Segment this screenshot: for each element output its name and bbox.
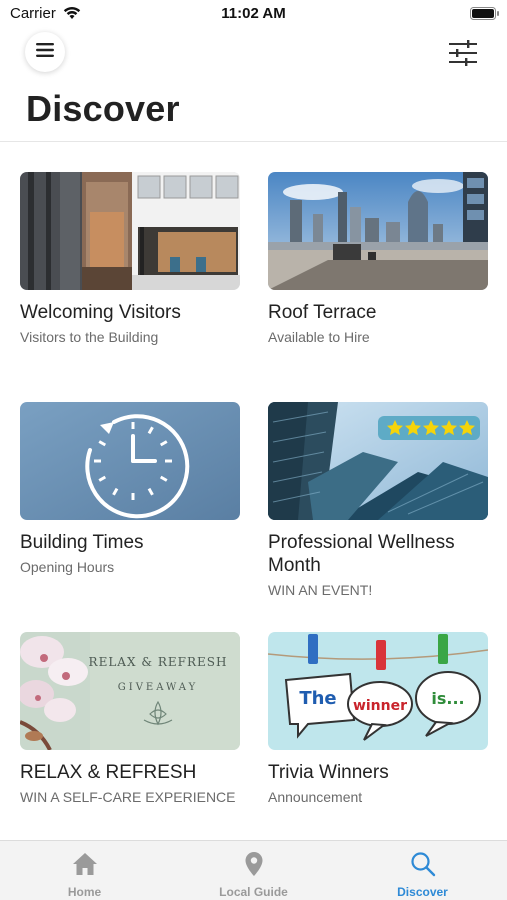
card-title: RELAX & REFRESH (20, 762, 197, 783)
tab-discover[interactable]: Discover (338, 841, 507, 900)
card-building-times[interactable]: Building Times Opening Hours (20, 402, 240, 576)
card-roof-terrace[interactable]: Roof Terrace Available to Hire (268, 172, 488, 346)
image-text-giveaway: GIVEAWAY (118, 682, 198, 693)
card-subtitle: Opening Hours (20, 559, 115, 575)
rating-badge (378, 416, 480, 440)
card-title: Roof Terrace (268, 302, 377, 323)
location-pin-icon (169, 851, 338, 877)
card-title: Building Times (20, 532, 144, 553)
card-subtitle: WIN A SELF-CARE EXPERIENCE (20, 789, 236, 805)
tab-label: Discover (397, 885, 448, 899)
card-image-speech-bubbles: The winner is... (268, 632, 488, 750)
card-image-city-skyline (268, 172, 488, 290)
card-image-orchid-giveaway: RELAX & REFRESH GIVEAWAY (20, 632, 240, 750)
card-subtitle: Announcement (268, 789, 363, 805)
filter-button[interactable] (448, 40, 478, 68)
battery-icon (470, 7, 500, 25)
card-trivia-winners[interactable]: The winner is... Trivia Winners Announce… (268, 632, 488, 806)
card-image-glass-towers (268, 402, 488, 520)
menu-button[interactable] (25, 32, 65, 72)
card-title: Trivia Winners (268, 762, 389, 783)
card-subtitle: Available to Hire (268, 329, 370, 345)
header-divider (0, 141, 507, 142)
card-title: Welcoming Visitors (20, 302, 181, 323)
card-subtitle: Visitors to the Building (20, 329, 159, 345)
tab-label: Local Guide (219, 885, 288, 899)
image-text-relax: RELAX & REFRESH (89, 655, 228, 669)
image-text-the: The (299, 688, 336, 709)
sliders-icon (448, 40, 478, 70)
card-relax-refresh[interactable]: RELAX & REFRESH GIVEAWAY RELAX & REFRESH… (20, 632, 240, 806)
image-text-is: is... (431, 689, 464, 708)
home-icon (0, 851, 169, 877)
card-welcoming-visitors[interactable]: Welcoming Visitors Visitors to the Build… (20, 172, 240, 346)
card-image-clock (20, 402, 240, 520)
card-subtitle: WIN AN EVENT! (268, 582, 373, 598)
page-title: Discover (26, 88, 180, 129)
image-text-winner: winner (353, 698, 407, 714)
tab-home[interactable]: Home (0, 841, 169, 900)
status-bar: Carrier 11:02 AM (0, 0, 507, 28)
card-image-building-lobby (20, 172, 240, 290)
hamburger-icon (36, 42, 54, 62)
tab-bar: Home Local Guide Discover (0, 840, 507, 900)
card-professional-wellness-month[interactable]: Professional Wellness Month WIN AN EVENT… (268, 402, 488, 599)
tab-local-guide[interactable]: Local Guide (169, 841, 338, 900)
card-title: Professional Wellness Month (268, 532, 455, 576)
tab-label: Home (67, 885, 102, 899)
status-time: 11:02 AM (221, 5, 286, 22)
search-icon (338, 851, 507, 877)
